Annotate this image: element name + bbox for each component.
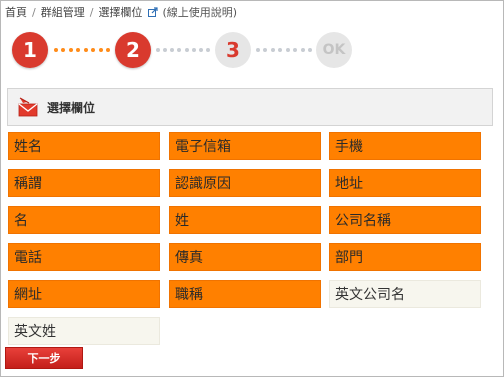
step-connector (256, 48, 312, 52)
breadcrumb: 首頁 / 群組管理 / 選擇欄位 (線上使用說明) (5, 3, 237, 21)
step-ok: OK (316, 32, 352, 68)
field-last-name[interactable]: 姓 (169, 206, 321, 234)
field-company-name[interactable]: 公司名稱 (329, 206, 481, 234)
field-address[interactable]: 地址 (329, 169, 481, 197)
section-title: 選擇欄位 (47, 100, 96, 115)
field-english-surname[interactable]: 英文姓 (8, 317, 160, 345)
field-job-title[interactable]: 職稱 (169, 280, 321, 308)
field-referral-reason[interactable]: 認識原因 (169, 169, 321, 197)
field-phone[interactable]: 電話 (8, 243, 160, 271)
step-2: 2 (115, 32, 151, 68)
breadcrumb-home[interactable]: 首頁 (5, 4, 27, 20)
step-connector (156, 48, 210, 52)
next-step-button[interactable]: 下一步 (5, 347, 83, 369)
field-mobile[interactable]: 手機 (329, 132, 481, 160)
step-indicator: 1 2 3 OK (12, 32, 362, 68)
field-website[interactable]: 網址 (8, 280, 160, 308)
envelope-arrow-icon (17, 96, 39, 118)
field-english-company[interactable]: 英文公司名 (329, 280, 481, 308)
breadcrumb-current: 選擇欄位 (98, 6, 143, 19)
step-1: 1 (12, 32, 48, 68)
breadcrumb-separator: / (32, 5, 36, 19)
section-header: 選擇欄位 (7, 88, 493, 126)
online-help-link[interactable]: (線上使用說明) (162, 4, 237, 20)
step-connector (54, 48, 110, 52)
breadcrumb-group-management[interactable]: 群組管理 (41, 4, 85, 20)
field-name[interactable]: 姓名 (8, 132, 160, 160)
field-fax[interactable]: 傳真 (169, 243, 321, 271)
breadcrumb-separator: / (89, 5, 94, 19)
field-email[interactable]: 電子信箱 (169, 132, 321, 160)
step-3: 3 (215, 32, 251, 68)
field-department[interactable]: 部門 (329, 243, 481, 271)
external-link-icon[interactable] (148, 7, 159, 17)
field-first-name[interactable]: 名 (8, 206, 160, 234)
field-salutation[interactable]: 稱謂 (8, 169, 160, 197)
